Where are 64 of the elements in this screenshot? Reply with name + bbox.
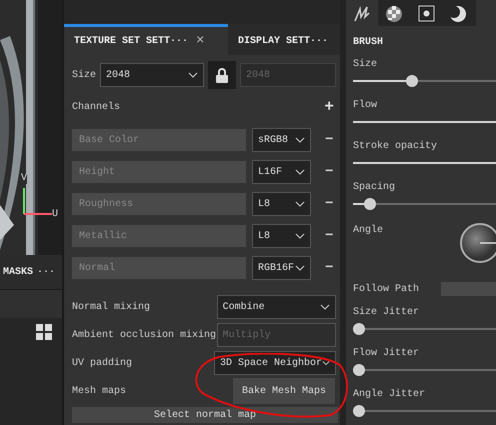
slider-track[interactable] [353, 198, 496, 210]
lock-icon [216, 68, 228, 82]
slider-thumb[interactable] [364, 198, 376, 210]
param-label: Stroke opacity [353, 140, 438, 153]
grid-icon[interactable] [36, 324, 52, 340]
caret-icon [295, 169, 305, 175]
remove-button[interactable]: − [325, 258, 334, 278]
param-label: Angle [353, 225, 384, 236]
format-dropdown[interactable]: L16F [252, 160, 311, 184]
param-label: Size Jitter [353, 306, 420, 319]
add-button[interactable]: + [324, 99, 334, 115]
param-label: Size [353, 58, 378, 71]
panel-tab[interactable]: TEXTURE SET SETT··· × [64, 24, 228, 55]
bake-button[interactable]: Bake Mesh Maps [233, 378, 335, 404]
caret-icon [188, 72, 198, 78]
axis-label: V [21, 174, 28, 184]
slider-track[interactable] [353, 75, 496, 87]
slider-thumb[interactable] [353, 323, 365, 335]
section-title: BRUSH [353, 36, 384, 49]
slider-thumb[interactable] [353, 405, 365, 417]
section-label: Channels [72, 100, 120, 114]
slider-track[interactable] [353, 364, 496, 376]
caret-icon [322, 360, 330, 366]
caret-icon [320, 304, 330, 310]
more-menu[interactable]: ··· [37, 264, 56, 280]
remove-button[interactable]: − [325, 162, 334, 182]
param-label: Flow [353, 98, 378, 112]
caret-icon [295, 201, 305, 207]
close-icon[interactable]: × [196, 30, 204, 52]
setting-label: Normal mixing [72, 300, 152, 314]
caret-icon [295, 265, 305, 271]
select-normal-map-button[interactable]: Select normal map [72, 407, 338, 423]
lock-button[interactable] [208, 61, 236, 89]
caret-icon [295, 233, 305, 239]
crescent-icon [448, 3, 468, 23]
format-dropdown[interactable]: RGB16F [252, 256, 311, 280]
slider-track[interactable] [353, 405, 496, 417]
slider-track[interactable] [353, 323, 496, 335]
angle-dial[interactable] [458, 221, 496, 265]
slider-thumb[interactable] [406, 75, 418, 87]
setting-label: Mesh maps [72, 384, 128, 398]
param-label: Follow Path [353, 282, 420, 296]
panel-tab[interactable]: MASKS [3, 264, 34, 280]
dot-square-icon [416, 3, 436, 23]
remove-button[interactable]: − [325, 226, 334, 246]
remove-button[interactable]: − [325, 130, 334, 150]
remove-button[interactable]: − [325, 194, 334, 214]
caret-icon [295, 137, 305, 143]
setting-label: UV padding [72, 356, 134, 370]
param-label: Flow Jitter [353, 346, 420, 360]
setting-label: Ambient occlusion mixing [72, 328, 217, 342]
format-dropdown[interactable]: sRGB8 [252, 128, 311, 152]
setting-dropdown[interactable]: 3D Space Neighbor [214, 351, 336, 375]
checker-sphere-icon [384, 3, 404, 23]
size-dropdown[interactable]: 2048 [100, 63, 204, 87]
slider-thumb[interactable] [353, 364, 365, 376]
param-label: Spacing [353, 180, 396, 194]
setting-dropdown[interactable]: Combine [216, 295, 336, 319]
field-label: Size [72, 68, 96, 82]
tool-tab[interactable] [346, 0, 378, 26]
format-dropdown[interactable]: L8 [252, 224, 311, 248]
axis-label: U [52, 210, 58, 220]
format-dropdown[interactable]: L8 [252, 192, 311, 216]
param-label: Angle Jitter [353, 388, 426, 401]
